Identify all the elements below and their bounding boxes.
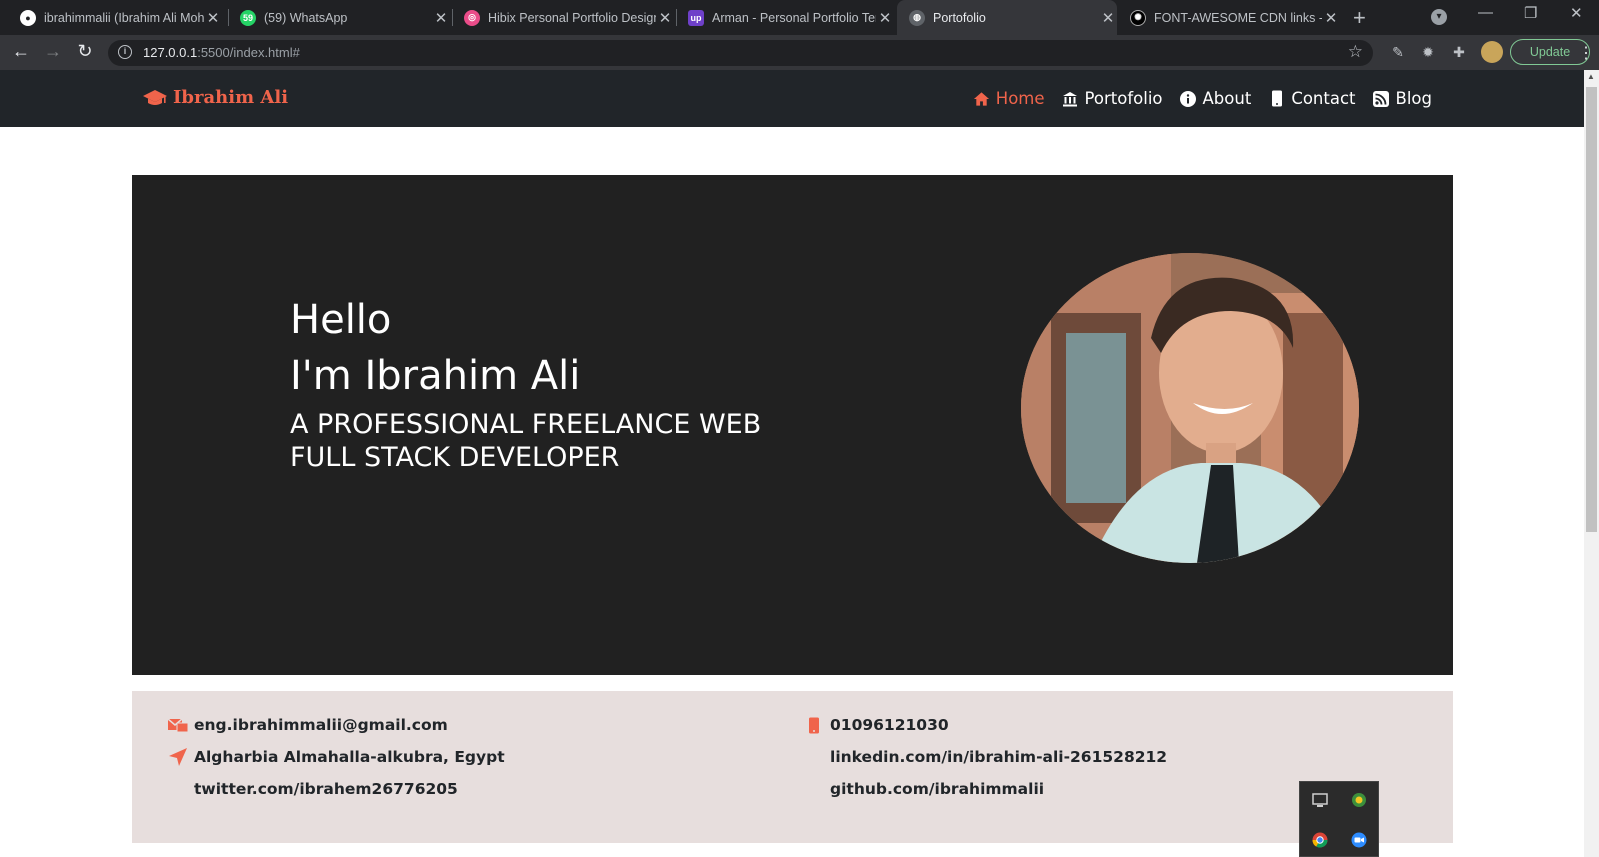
page-scrollbar[interactable]: ▲: [1584, 70, 1599, 857]
contact-phone[interactable]: 01096121030: [804, 716, 949, 734]
bookmark-star-icon[interactable]: ☆: [1348, 42, 1363, 62]
minimize-button[interactable]: —: [1478, 4, 1493, 21]
hero-role-line: A PROFESSIONAL FREELANCE WEB: [290, 409, 762, 440]
browser-tab[interactable]: ● ibrahimmalii (Ibrahim Ali Mohammed) ✕: [12, 0, 222, 35]
video-call-icon[interactable]: [1351, 832, 1367, 848]
brand-logo[interactable]: Ibrahim Ali: [143, 87, 288, 108]
twitter-link[interactable]: twitter.com/ibrahem26776205: [194, 780, 458, 798]
site-navbar: Ibrahim Ali Home Portofolio About Contac…: [0, 70, 1584, 127]
hero-section: Hello I'm Ibrahim Ali A PROFESSIONAL FRE…: [132, 175, 1453, 675]
tab-title: ibrahimmalii (Ibrahim Ali Mohammed): [44, 10, 204, 25]
tab-title: Hibix Personal Portfolio Design: [488, 10, 656, 25]
location-arrow-icon: [168, 748, 188, 766]
browser-tab[interactable]: up Arman - Personal Portfolio Template ✕: [680, 0, 894, 35]
mobile-icon: [1268, 90, 1285, 107]
nav-item-about[interactable]: About: [1180, 89, 1252, 108]
mobile-icon: [804, 716, 824, 734]
dribbble-icon: ◎: [464, 9, 480, 26]
reload-icon[interactable]: ↻: [73, 41, 97, 62]
whatsapp-icon: 59: [240, 9, 256, 26]
upwork-icon: up: [688, 9, 704, 26]
system-tray-overflow: [1299, 781, 1379, 857]
hero-greeting: Hello: [290, 297, 392, 343]
tab-title: (59) WhatsApp: [264, 10, 348, 25]
browser-tab-strip: ● ibrahimmalii (Ibrahim Ali Mohammed) ✕ …: [0, 0, 1599, 35]
chrome-icon[interactable]: [1312, 832, 1328, 848]
contact-email[interactable]: eng.ibrahimmalii@gmail.com: [168, 716, 448, 734]
address-text: Algharbia Almahalla-alkubra, Egypt: [194, 748, 505, 766]
envelope-icon: [168, 716, 188, 734]
nav-label: Home: [995, 89, 1045, 108]
extension-icon[interactable]: ✹: [1419, 44, 1437, 62]
nav-item-contact[interactable]: Contact: [1268, 89, 1356, 108]
hero-text: Hello I'm Ibrahim Ali A PROFESSIONAL FRE…: [290, 292, 810, 474]
close-tab-icon[interactable]: ✕: [432, 9, 450, 27]
hero-role: A PROFESSIONAL FREELANCE WEB FULL STACK …: [290, 408, 810, 474]
browser-tab[interactable]: ◎ Hibix Personal Portfolio Design ✕: [456, 0, 674, 35]
close-tab-icon[interactable]: ✕: [656, 9, 674, 27]
nav-label: About: [1202, 89, 1252, 108]
scrollbar-thumb[interactable]: [1586, 87, 1597, 532]
display-icon[interactable]: [1312, 792, 1328, 808]
cdnjs-icon: ✺: [1130, 9, 1146, 26]
contact-strip: eng.ibrahimmalii@gmail.com Algharbia Alm…: [132, 691, 1453, 843]
globe-icon: ◍: [909, 9, 925, 26]
brand-name: Ibrahim Ali: [173, 87, 289, 108]
back-icon[interactable]: ←: [9, 41, 33, 62]
network-globe-icon[interactable]: [1351, 792, 1367, 808]
nav-label: Contact: [1291, 89, 1356, 108]
rss-icon: [1373, 90, 1390, 107]
restore-button[interactable]: ❐: [1524, 4, 1537, 22]
more-menu-icon[interactable]: ⋮: [1578, 43, 1594, 63]
nav-item-home[interactable]: Home: [973, 89, 1045, 108]
nav-label: Portofolio: [1084, 89, 1163, 108]
hero-name: I'm Ibrahim Ali: [290, 353, 581, 399]
bank-icon: [1062, 90, 1079, 107]
contact-github[interactable]: github.com/ibrahimmalii: [830, 780, 1044, 798]
browser-tab-active[interactable]: ◍ Portofolio ✕: [897, 0, 1117, 35]
tab-title: Portofolio: [933, 10, 986, 25]
info-circle-icon: [1180, 90, 1197, 107]
browser-tab[interactable]: ✺ FONT-AWESOME CDN links - cdnjs ✕: [1122, 0, 1340, 35]
close-tab-icon[interactable]: ✕: [1099, 9, 1117, 27]
profile-avatar[interactable]: [1481, 41, 1503, 63]
site-info-icon[interactable]: i: [118, 45, 132, 59]
url-text[interactable]: 127.0.0.1:5500/index.html#: [143, 45, 300, 60]
tab-search-icon[interactable]: ▾: [1431, 9, 1447, 25]
contact-address: Algharbia Almahalla-alkubra, Egypt: [168, 748, 505, 766]
email-text: eng.ibrahimmalii@gmail.com: [194, 716, 448, 734]
phone-text: 01096121030: [830, 716, 949, 734]
close-tab-icon[interactable]: ✕: [204, 9, 222, 27]
github-link[interactable]: github.com/ibrahimmalii: [830, 780, 1044, 798]
extension-icon[interactable]: ✎: [1389, 44, 1407, 62]
scroll-up-icon[interactable]: ▲: [1587, 72, 1595, 81]
extensions-puzzle-icon[interactable]: ✚: [1450, 44, 1468, 62]
tab-title: Arman - Personal Portfolio Template: [712, 10, 876, 25]
new-tab-button[interactable]: +: [1353, 5, 1366, 31]
close-tab-icon[interactable]: ✕: [876, 9, 894, 27]
nav-label: Blog: [1395, 89, 1432, 108]
graduation-cap-icon: [143, 89, 167, 105]
nav-item-portofolio[interactable]: Portofolio: [1062, 89, 1163, 108]
address-bar[interactable]: i 127.0.0.1:5500/index.html# ☆: [108, 40, 1373, 66]
browser-tab[interactable]: 59 (59) WhatsApp ✕: [232, 0, 450, 35]
home-icon: [973, 90, 990, 107]
url-path: :5500/index.html#: [197, 45, 300, 60]
profile-photo: [1021, 253, 1359, 563]
nav-item-blog[interactable]: Blog: [1373, 89, 1432, 108]
browser-toolbar: ← → ↻ i 127.0.0.1:5500/index.html# ☆ ✎ ✹…: [0, 35, 1599, 70]
close-tab-icon[interactable]: ✕: [1322, 9, 1340, 27]
url-host: 127.0.0.1: [143, 45, 198, 60]
linkedin-link[interactable]: linkedin.com/in/ibrahim-ali-261528212: [830, 748, 1167, 766]
forward-icon[interactable]: →: [41, 41, 65, 62]
github-icon: ●: [20, 9, 36, 26]
nav-menu: Home Portofolio About Contact Blog: [956, 70, 1432, 127]
close-window-button[interactable]: ✕: [1570, 4, 1583, 22]
contact-linkedin[interactable]: linkedin.com/in/ibrahim-ali-261528212: [830, 748, 1167, 766]
contact-twitter[interactable]: twitter.com/ibrahem26776205: [194, 780, 458, 798]
hero-role-line: FULL STACK DEVELOPER: [290, 442, 620, 473]
page-viewport: Ibrahim Ali Home Portofolio About Contac…: [0, 70, 1584, 857]
tab-title: FONT-AWESOME CDN links - cdnjs: [1154, 10, 1322, 25]
